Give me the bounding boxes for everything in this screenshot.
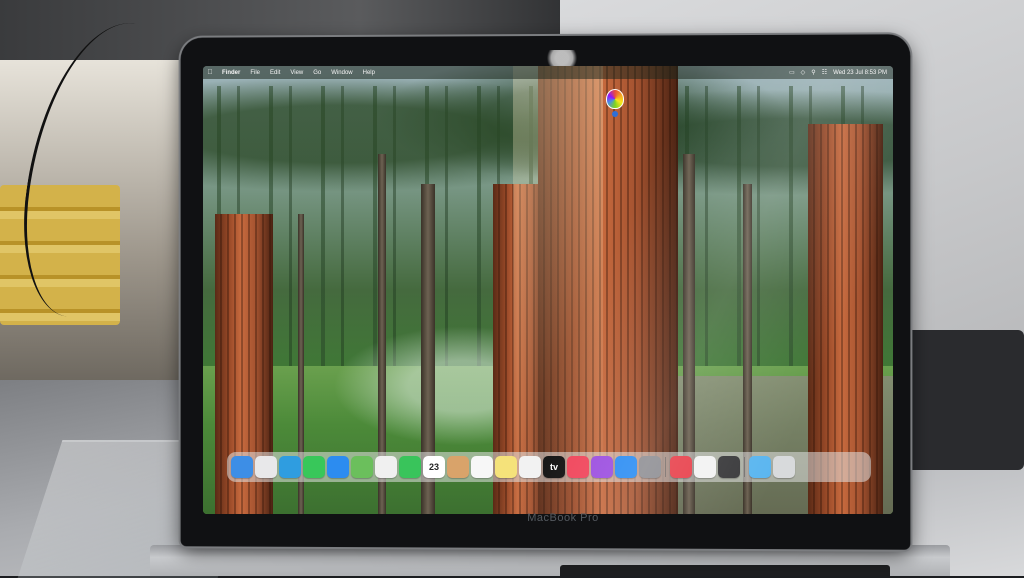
ceiling-light-reflection [542,50,582,66]
menu-go[interactable]: Go [308,70,326,76]
calendar-icon[interactable]: 23 [423,456,445,478]
menu-clock[interactable]: Wed 23 Jul 8:53 PM [830,70,893,76]
contacts-icon[interactable] [447,456,469,478]
menu-view[interactable]: View [285,70,308,76]
finder-icon[interactable] [231,456,253,478]
desktop-app-icon[interactable] [604,89,626,119]
colorful-bulb-icon [606,89,624,109]
quicktime-icon[interactable] [718,456,740,478]
notification-dot-icon [612,111,618,117]
dock-separator [665,457,666,477]
wallpaper-sunlight [513,66,603,514]
touch-bar [560,565,890,576]
menu-window[interactable]: Window [326,70,357,76]
battery-icon[interactable]: ▭ [786,69,798,76]
search-icon[interactable]: ⚲ [808,69,818,76]
apple-tv-icon[interactable]: tv [543,456,565,478]
dark-object [900,330,1024,470]
menu-bar:  Finder File Edit View Go Window Help ▭… [203,66,893,79]
control-center-icon[interactable]: ☷ [819,69,830,76]
menu-edit[interactable]: Edit [265,70,285,76]
downloads-folder-icon[interactable] [749,456,771,478]
safari-icon[interactable] [279,456,301,478]
dock: 23 tv [227,452,871,482]
menu-file[interactable]: File [245,70,265,76]
news-icon[interactable] [670,456,692,478]
launchpad-icon[interactable] [255,456,277,478]
dock-separator [744,457,745,477]
maps-icon[interactable] [351,456,373,478]
dock-item-label: tv [549,462,558,472]
podcasts-icon[interactable] [591,456,613,478]
menu-help[interactable]: Help [358,70,380,76]
gear-icon[interactable] [639,456,661,478]
app-store-icon[interactable] [615,456,637,478]
freeform-icon[interactable] [519,456,541,478]
wifi-icon[interactable]: ◇ [798,69,809,76]
apple-menu-icon[interactable]:  [203,69,217,76]
preview-icon[interactable] [694,456,716,478]
facetime-icon[interactable] [399,456,421,478]
notes-icon[interactable] [495,456,517,478]
music-icon[interactable] [567,456,589,478]
trash-icon[interactable] [773,456,795,478]
reminders-icon[interactable] [471,456,493,478]
menu-finder[interactable]: Finder [217,70,245,76]
messages-icon[interactable] [303,456,325,478]
photos-icon[interactable] [375,456,397,478]
laptop-screen:  Finder File Edit View Go Window Help ▭… [203,66,893,514]
mail-icon[interactable] [327,456,349,478]
dock-item-label: 23 [428,462,439,472]
laptop-brand-label: MacBook Pro [527,512,599,524]
